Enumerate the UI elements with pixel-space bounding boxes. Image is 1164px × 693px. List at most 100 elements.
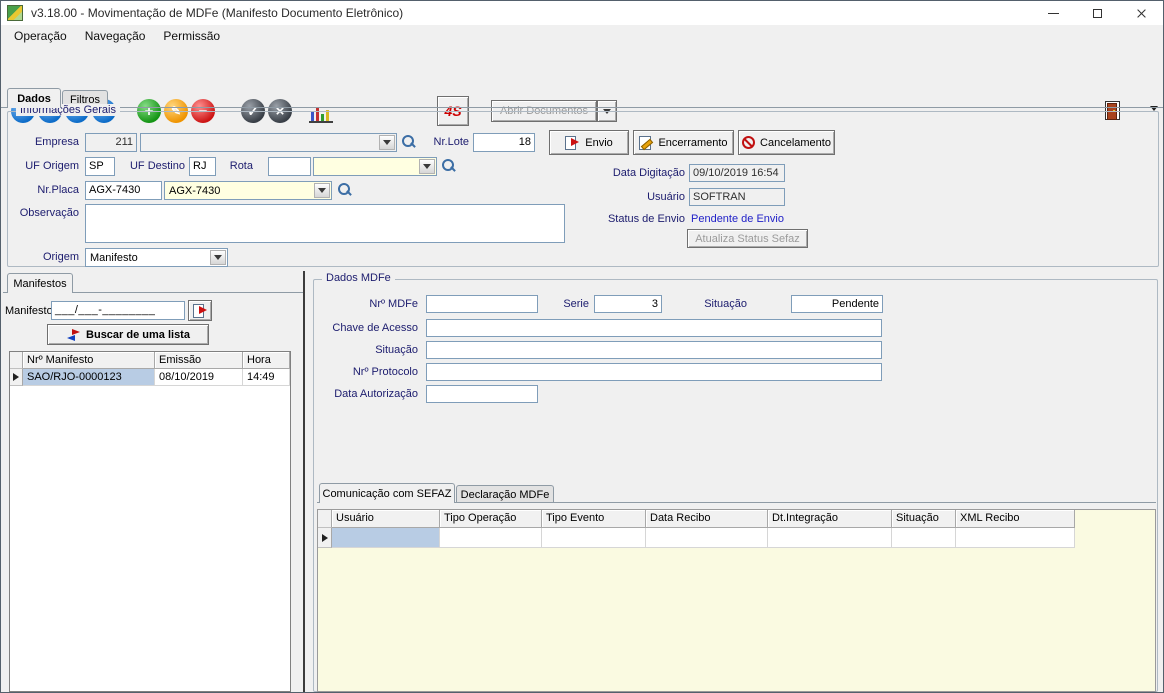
tab-manifestos-label: Manifestos: [13, 278, 66, 290]
uf-origem-field[interactable]: SP: [85, 157, 115, 176]
nr-protocolo-label: Nrº Protocolo: [318, 366, 418, 378]
table-row[interactable]: [318, 528, 1155, 548]
origem-combo[interactable]: Manifesto: [85, 248, 228, 267]
atualiza-status-label: Atualiza Status Sefaz: [695, 233, 800, 245]
origem-combo-arrow[interactable]: [210, 250, 226, 265]
situacao-label: Situação: [318, 344, 418, 356]
maximize-button[interactable]: [1075, 1, 1119, 25]
manifesto-open-button[interactable]: [188, 300, 212, 321]
column-xml-recibo: XML Recibo: [956, 510, 1075, 528]
rota-label: Rota: [221, 160, 253, 172]
observacao-textarea[interactable]: [85, 204, 565, 243]
situacao-top-field: Pendente: [791, 295, 883, 313]
uf-destino-label: UF Destino: [119, 160, 185, 172]
send-icon: [565, 136, 580, 149]
minimize-icon: [1048, 13, 1059, 14]
column-dt-integracao: Dt.Integração: [768, 510, 892, 528]
chave-acesso-label: Chave de Acesso: [318, 322, 418, 334]
nr-placa-label: Nr.Placa: [21, 184, 79, 196]
toolbar: + ✎ − ✓ × 4S Abrir Documentos: [1, 47, 1163, 89]
encerramento-label: Encerramento: [658, 137, 727, 149]
cancel-icon: [742, 136, 755, 149]
tab-dados[interactable]: Dados: [7, 88, 61, 108]
tab-comunicacao-sefaz[interactable]: Comunicação com SEFAZ: [319, 483, 455, 503]
header-selector-cell: [318, 510, 332, 528]
tab-declaracao-label: Declaração MDFe: [461, 489, 550, 501]
nr-placa-combo-arrow[interactable]: [314, 183, 330, 198]
titlebar: v3.18.00 - Movimentação de MDFe (Manifes…: [1, 1, 1163, 25]
data-digitacao-field: 09/10/2019 16:54: [689, 164, 785, 182]
nr-lote-field[interactable]: 18: [473, 133, 535, 152]
column-hora: Hora: [243, 352, 290, 369]
atualiza-status-button: Atualiza Status Sefaz: [687, 229, 808, 248]
manifest-grid-header: Nrº Manifesto Emissão Hora: [10, 352, 290, 369]
table-row[interactable]: SAO/RJO-0000123 08/10/2019 14:49: [10, 369, 290, 386]
status-envio-label: Status de Envio: [599, 213, 685, 225]
menubar: Operação Navegação Permissão: [1, 25, 1163, 47]
header-selector-cell: [10, 352, 23, 369]
rota-combo[interactable]: [313, 157, 437, 176]
cancelamento-button[interactable]: Cancelamento: [738, 130, 835, 155]
sefaz-grid-header: Usuário Tipo Operação Tipo Evento Data R…: [318, 510, 1155, 528]
cell-tipo-evento[interactable]: [542, 528, 646, 548]
encerramento-button[interactable]: Encerramento: [633, 130, 734, 155]
cell-emissao[interactable]: 08/10/2019: [155, 369, 243, 386]
cell-situacao[interactable]: [892, 528, 956, 548]
buscar-lista-label: Buscar de uma lista: [86, 329, 190, 341]
serie-label: Serie: [545, 298, 589, 310]
swap-arrows-icon: [66, 329, 81, 341]
buscar-lista-button[interactable]: Buscar de uma lista: [47, 324, 209, 345]
cancelamento-label: Cancelamento: [760, 137, 831, 149]
manifesto-mask-input[interactable]: ___/___-________: [51, 301, 185, 320]
menu-item-permissao[interactable]: Permissão: [154, 26, 229, 46]
rota-combo-arrow[interactable]: [419, 159, 435, 174]
situacao-field: [426, 341, 882, 359]
current-row-icon: [13, 373, 19, 381]
column-situacao: Situação: [892, 510, 956, 528]
row-selector-cell: [318, 528, 332, 548]
nr-placa-combo-value: AGX-7430: [169, 185, 312, 197]
nr-placa-field[interactable]: AGX-7430: [85, 181, 162, 200]
empresa-search-icon[interactable]: [402, 135, 416, 149]
cell-tipo-operacao[interactable]: [440, 528, 542, 548]
window-title: v3.18.00 - Movimentação de MDFe (Manifes…: [31, 6, 403, 20]
cell-hora[interactable]: 14:49: [243, 369, 290, 386]
uf-destino-field[interactable]: RJ: [189, 157, 216, 176]
panel-splitter[interactable]: [303, 271, 305, 692]
cell-xml-recibo[interactable]: [956, 528, 1075, 548]
nr-mdfe-field: [426, 295, 538, 313]
close-button[interactable]: [1119, 1, 1163, 25]
cell-dt-integracao[interactable]: [768, 528, 892, 548]
column-emissao: Emissão: [155, 352, 243, 369]
cell-data-recibo[interactable]: [646, 528, 768, 548]
tab-dados-label: Dados: [17, 93, 51, 105]
tab-comunicacao-label: Comunicação com SEFAZ: [323, 488, 452, 500]
tab-manifestos[interactable]: Manifestos: [7, 273, 73, 293]
document-arrow-icon: [193, 304, 208, 317]
nr-mdfe-label: Nrº MDFe: [318, 298, 418, 310]
empresa-combo-arrow[interactable]: [379, 135, 395, 150]
column-tipo-operacao: Tipo Operação: [440, 510, 542, 528]
empresa-label: Empresa: [21, 136, 79, 148]
origem-combo-value: Manifesto: [90, 252, 208, 264]
rota-code-field[interactable]: [268, 157, 311, 176]
usuario-label: Usuário: [629, 191, 685, 203]
placa-search-icon[interactable]: [338, 183, 352, 197]
cell-nr-manifesto[interactable]: SAO/RJO-0000123: [23, 369, 155, 386]
data-digitacao-label: Data Digitação: [599, 167, 685, 179]
origem-label: Origem: [21, 251, 79, 263]
sefaz-grid[interactable]: Usuário Tipo Operação Tipo Evento Data R…: [317, 509, 1156, 692]
current-row-icon: [322, 534, 328, 542]
data-autorizacao-field: [426, 385, 538, 403]
cell-usuario[interactable]: [332, 528, 440, 548]
menu-item-operacao[interactable]: Operação: [5, 26, 76, 46]
manifest-grid[interactable]: Nrº Manifesto Emissão Hora SAO/RJO-00001…: [9, 351, 291, 692]
empresa-combo[interactable]: [140, 133, 397, 152]
envio-button[interactable]: Envio: [549, 130, 629, 155]
tab-declaracao-mdfe[interactable]: Declaração MDFe: [456, 485, 554, 503]
menu-item-navegacao[interactable]: Navegação: [76, 26, 155, 46]
nr-placa-combo[interactable]: AGX-7430: [164, 181, 332, 200]
rota-search-icon[interactable]: [442, 159, 456, 173]
minimize-button[interactable]: [1031, 1, 1075, 25]
situacao-top-label: Situação: [661, 298, 747, 310]
